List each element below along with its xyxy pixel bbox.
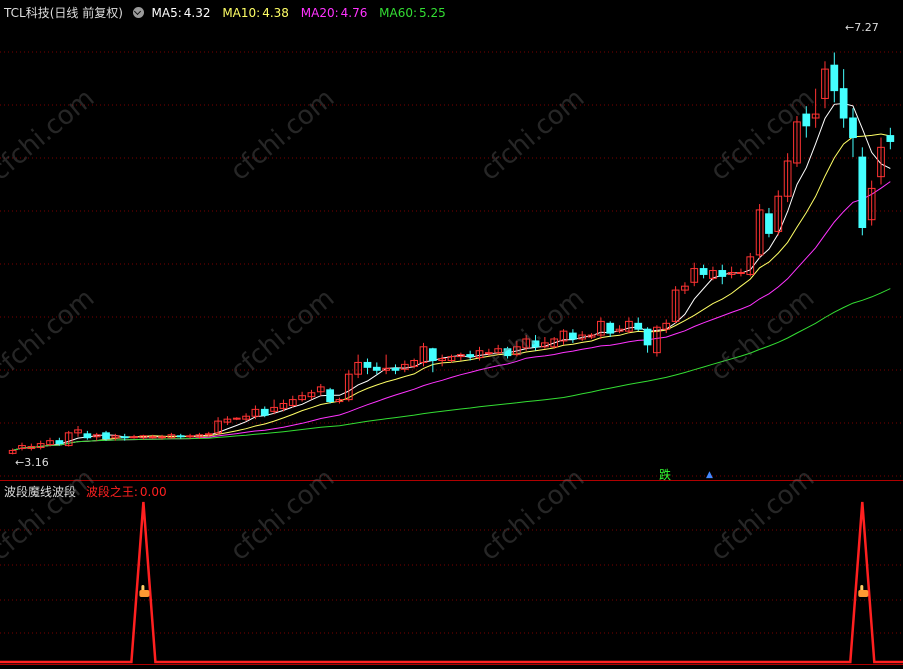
candle-down <box>176 435 185 438</box>
candle-up <box>148 436 157 439</box>
arrow-left-icon: ← <box>845 21 855 34</box>
candle-up <box>186 435 194 438</box>
candle-up <box>130 436 138 439</box>
candle-down <box>634 322 643 330</box>
candle-down <box>120 436 129 439</box>
stock-title[interactable]: TCL科技(日线 前复权) <box>4 6 123 20</box>
candle-down <box>363 361 372 368</box>
candle-down <box>55 440 64 445</box>
indicator-series-label: 波段之王: <box>85 485 138 499</box>
moving-average-lines <box>12 102 891 451</box>
hand-palm <box>858 590 869 597</box>
ma60-label: MA60: <box>379 6 418 20</box>
candle-down <box>858 156 867 229</box>
ma10-value: 4.38 <box>262 6 289 20</box>
main-chart-header: TCL科技(日线 前复权) MA5: 4.32 MA10: 4.38 MA20: 4.… <box>4 4 450 22</box>
candle-down <box>569 332 577 340</box>
candle-down <box>643 328 652 346</box>
up-arrow-icon: ▲ <box>706 470 713 480</box>
ma5-line <box>12 102 891 451</box>
candle-down <box>102 432 110 440</box>
indicator-header: 波段魔线波段 波段之王: 0.00 <box>4 483 171 501</box>
candle-down <box>391 367 400 371</box>
candle-down <box>830 64 839 92</box>
candle-up <box>737 271 745 274</box>
arrow-left-icon: ← <box>15 456 25 469</box>
candle-up <box>484 352 493 355</box>
indicator-series-value: 0.00 <box>139 485 167 499</box>
candle-down <box>802 113 811 127</box>
candle-down <box>372 366 381 371</box>
chart-annotations <box>139 585 869 597</box>
ma10-label: MA10: <box>222 6 261 20</box>
candle-down <box>466 354 475 358</box>
candle-down <box>83 433 92 439</box>
candle-down <box>699 268 708 275</box>
candle-up <box>232 417 241 420</box>
hand-pointer-icon <box>858 585 869 597</box>
candle-down <box>326 389 334 403</box>
candle-down <box>849 117 857 139</box>
hand-pointer-icon <box>139 585 150 597</box>
candle-down <box>718 270 727 277</box>
ma20-label: MA20: <box>300 6 339 20</box>
indicator-series-line <box>0 501 903 664</box>
candle-up <box>204 433 213 436</box>
candle-up <box>158 436 166 439</box>
candle-down <box>839 88 848 119</box>
ma5-value: 4.32 <box>183 6 211 20</box>
indicator-line <box>0 501 903 664</box>
candle-down <box>531 340 540 348</box>
high-price-label: ←7.27 <box>845 21 879 34</box>
candle-down <box>260 408 269 416</box>
ma20-value: 4.76 <box>340 6 368 20</box>
ma10-line <box>12 133 891 451</box>
ma5-label: MA5: <box>151 6 182 20</box>
hand-palm <box>139 590 150 597</box>
candle-down <box>606 322 615 334</box>
candle-down <box>428 348 437 361</box>
indicator-name[interactable]: 波段魔线波段 <box>4 485 76 499</box>
candle-down <box>765 213 773 234</box>
sell-signal-label: 跌 <box>659 468 672 482</box>
candle-down <box>886 135 895 142</box>
low-price-label: ←3.16 <box>15 456 49 469</box>
kline-chart[interactable] <box>0 0 903 669</box>
candle-down <box>503 348 512 357</box>
ma60-value: 5.25 <box>419 6 446 20</box>
dropdown-chevron-icon[interactable] <box>132 7 144 18</box>
candlestick-series <box>8 52 895 455</box>
